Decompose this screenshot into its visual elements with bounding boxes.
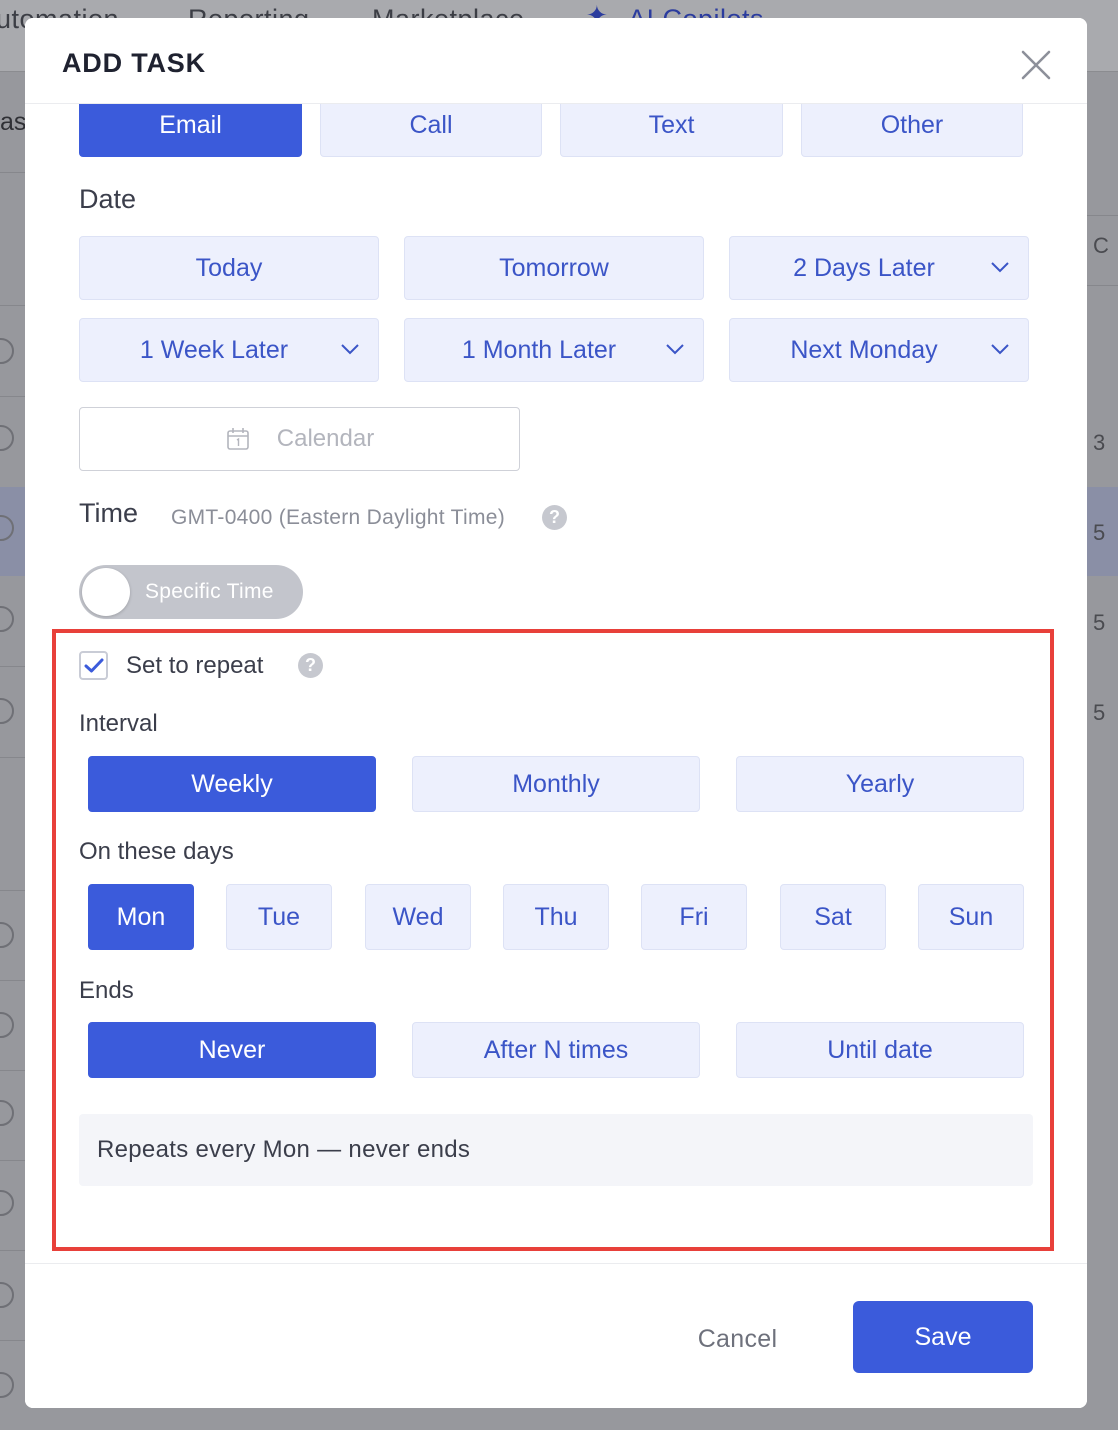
ends-never-button[interactable]: Never <box>88 1022 376 1078</box>
person-icon <box>0 425 14 451</box>
help-icon[interactable]: ? <box>298 653 323 678</box>
bg-divider <box>0 757 26 758</box>
bg-divider <box>0 305 26 306</box>
person-icon <box>0 1012 14 1038</box>
date-label: Date <box>79 184 137 214</box>
date-tomorrow-label: Tomorrow <box>499 253 609 282</box>
bg-cell-text: 3 <box>1093 430 1106 455</box>
person-icon <box>0 606 14 632</box>
timezone-text: GMT-0400 (Eastern Daylight Time) <box>171 506 506 529</box>
add-task-modal: Email Call Text Other ADD TASK Date Toda… <box>25 18 1087 1408</box>
toggle-knob <box>82 568 130 616</box>
date-1-week-later-label: 1 Week Later <box>139 335 289 364</box>
person-icon <box>0 338 14 364</box>
calendar-placeholder: Calendar <box>276 425 375 452</box>
person-icon <box>0 1100 14 1126</box>
checkmark-icon <box>84 658 103 672</box>
interval-label: Interval <box>79 710 158 737</box>
cancel-button[interactable]: Cancel <box>675 1319 800 1359</box>
modal-footer: Cancel Save <box>25 1263 1087 1408</box>
date-2-days-later-label: 2 Days Later <box>793 253 935 282</box>
date-next-monday-label: Next Monday <box>790 335 938 364</box>
bg-divider <box>0 396 26 397</box>
day-fri-button[interactable]: Fri <box>641 884 747 950</box>
chevron-down-icon <box>990 260 1010 274</box>
interval-weekly-button[interactable]: Weekly <box>88 756 376 812</box>
date-2-days-later-dropdown[interactable]: 2 Days Later <box>729 236 1029 300</box>
bg-divider <box>0 666 26 667</box>
set-to-repeat-label: Set to repeat <box>126 652 264 679</box>
bg-cell-text: C <box>1093 233 1109 258</box>
day-tue-button[interactable]: Tue <box>226 884 332 950</box>
specific-time-toggle[interactable]: Specific Time <box>79 565 303 619</box>
set-to-repeat-checkbox[interactable] <box>79 651 108 680</box>
modal-header: ADD TASK <box>25 18 1087 104</box>
date-1-month-later-label: 1 Month Later <box>461 335 617 364</box>
interval-monthly-button[interactable]: Monthly <box>412 756 700 812</box>
date-1-month-later-dropdown[interactable]: 1 Month Later <box>404 318 704 382</box>
day-wed-button[interactable]: Wed <box>365 884 471 950</box>
bg-cell-text: 5 <box>1093 700 1106 725</box>
chevron-down-icon <box>990 342 1010 356</box>
person-icon <box>0 1282 14 1308</box>
bg-divider <box>1087 215 1118 216</box>
close-button[interactable] <box>1017 46 1055 84</box>
date-next-monday-dropdown[interactable]: Next Monday <box>729 318 1029 382</box>
time-label: Time <box>79 498 138 528</box>
ends-label: Ends <box>79 977 134 1004</box>
bg-divider <box>1087 285 1118 286</box>
date-today-button[interactable]: Today <box>79 236 379 300</box>
interval-yearly-button[interactable]: Yearly <box>736 756 1024 812</box>
ends-after-n-times-button[interactable]: After N times <box>412 1022 700 1078</box>
calendar-input[interactable]: Calendar <box>79 407 520 471</box>
bg-divider <box>0 1070 26 1071</box>
person-icon <box>0 698 14 724</box>
specific-time-label: Specific Time <box>145 580 274 603</box>
date-tomorrow-button[interactable]: Tomorrow <box>404 236 704 300</box>
chevron-down-icon <box>665 342 685 356</box>
date-today-label: Today <box>195 253 263 282</box>
bg-divider <box>0 1340 26 1341</box>
bg-divider <box>0 1250 26 1251</box>
close-icon <box>1017 50 1055 88</box>
person-icon <box>0 922 14 948</box>
day-mon-button[interactable]: Mon <box>88 884 194 950</box>
day-thu-button[interactable]: Thu <box>503 884 609 950</box>
day-sun-button[interactable]: Sun <box>918 884 1024 950</box>
bg-divider <box>0 980 26 981</box>
bg-cell-text: 5 <box>1093 610 1106 635</box>
bg-divider <box>0 890 26 891</box>
on-these-days-label: On these days <box>79 838 234 865</box>
repeat-summary: Repeats every Mon — never ends <box>79 1114 1033 1186</box>
calendar-icon <box>225 426 251 452</box>
day-sat-button[interactable]: Sat <box>780 884 886 950</box>
chevron-down-icon <box>340 342 360 356</box>
date-1-week-later-dropdown[interactable]: 1 Week Later <box>79 318 379 382</box>
save-button[interactable]: Save <box>853 1301 1033 1373</box>
bg-divider <box>0 1160 26 1161</box>
help-icon[interactable]: ? <box>542 505 567 530</box>
person-icon <box>0 1372 14 1398</box>
modal-title: ADD TASK <box>62 48 206 78</box>
bg-divider <box>0 172 26 173</box>
person-icon <box>0 1190 14 1216</box>
bg-cell-text: 5 <box>1093 520 1106 545</box>
ends-until-date-button[interactable]: Until date <box>736 1022 1024 1078</box>
